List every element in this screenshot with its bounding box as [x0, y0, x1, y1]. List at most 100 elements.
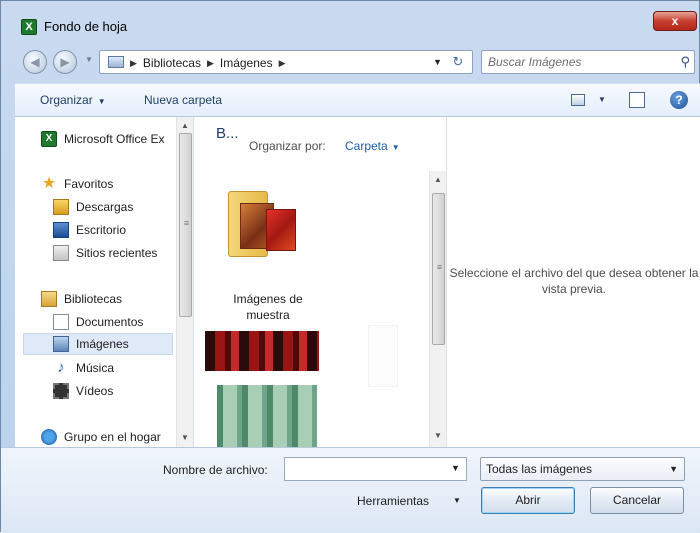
- file-list-scrollbar[interactable]: ▲ ≡ ▼: [429, 171, 446, 447]
- sidebar-item-descargas[interactable]: Descargas: [53, 199, 133, 215]
- sidebar-item-documentos[interactable]: Documentos: [53, 314, 143, 330]
- excel-icon: X: [41, 131, 57, 147]
- organize-label: Organizar: [40, 93, 93, 107]
- preview-pane: Seleccione el archivo del que desea obte…: [446, 117, 700, 447]
- sidebar-item-escritorio[interactable]: Escritorio: [53, 222, 126, 238]
- arrange-by-value: Carpeta: [345, 139, 388, 153]
- tools-menu-button[interactable]: Herramientas: [357, 494, 429, 508]
- new-folder-button[interactable]: Nueva carpeta: [144, 93, 222, 107]
- sample-pictures-folder-label[interactable]: Imágenes de muestra: [214, 291, 322, 323]
- filename-label: Nombre de archivo:: [163, 463, 268, 477]
- homegroup-icon: [41, 429, 57, 445]
- sidebar-item-sitios-recientes[interactable]: Sitios recientes: [53, 245, 157, 261]
- sidebar-item-videos[interactable]: Vídeos: [53, 383, 113, 399]
- library-title: B...: [216, 125, 239, 142]
- chevron-down-icon: ▼: [391, 143, 400, 152]
- scroll-up-arrow-icon[interactable]: ▲: [181, 121, 189, 130]
- scroll-up-arrow-icon[interactable]: ▲: [434, 175, 442, 184]
- address-bar[interactable]: ▶ Bibliotecas ▶ Imágenes ▶ ▼ ↻: [99, 50, 473, 74]
- sidebar-item-label: Escritorio: [76, 223, 127, 237]
- chevron-down-icon: ▼: [97, 97, 106, 106]
- sidebar-item-bibliotecas[interactable]: Bibliotecas: [41, 291, 122, 307]
- sidebar-item-label: Música: [76, 361, 115, 375]
- image-thumbnail[interactable]: [217, 385, 317, 447]
- organize-menu-button[interactable]: Organizar ▼: [40, 93, 106, 107]
- breadcrumb-imagenes[interactable]: Imágenes: [220, 56, 273, 70]
- navigation-pane-scrollbar[interactable]: ▲ ≡ ▼: [176, 117, 193, 447]
- file-type-select[interactable]: Todas las imágenes ▼: [480, 457, 685, 481]
- sidebar-item-label: Documentos: [76, 315, 144, 329]
- open-button[interactable]: Abrir: [481, 487, 575, 514]
- desktop-icon: [53, 222, 69, 238]
- navigation-pane: X Microsoft Office Ex ★ Favoritos Descar…: [15, 117, 194, 447]
- image-thumbnail[interactable]: [326, 327, 354, 373]
- refresh-icon[interactable]: ↻: [448, 54, 468, 70]
- preview-message: Seleccione el archivo del que desea obte…: [449, 266, 699, 296]
- close-button[interactable]: x: [653, 11, 697, 31]
- dialog-footer: Nombre de archivo: ▼ Todas las imágenes …: [1, 447, 700, 533]
- search-box[interactable]: ⚲: [481, 50, 695, 74]
- cancel-button[interactable]: Cancelar: [590, 487, 684, 514]
- window-title: Fondo de hoja: [44, 19, 128, 34]
- file-type-value: Todas las imágenes: [486, 462, 593, 476]
- sidebar-item-grupo-en-el-hogar[interactable]: Grupo en el hogar: [41, 429, 161, 445]
- scrollbar-thumb[interactable]: ≡: [179, 133, 192, 317]
- breadcrumb-separator-icon[interactable]: ▶: [207, 58, 214, 69]
- search-icon[interactable]: ⚲: [680, 54, 690, 70]
- sidebar-item-label: Favoritos: [64, 177, 114, 191]
- file-list-area: B... Organizar por: Carpeta ▼ Imágenes de…: [194, 117, 446, 447]
- chevron-down-icon: ▼: [669, 464, 678, 474]
- view-options-chevron-icon[interactable]: ▼: [598, 95, 606, 104]
- chevron-down-icon[interactable]: ▼: [453, 496, 461, 505]
- sidebar-item-label: Microsoft Office Ex: [64, 132, 165, 146]
- libraries-icon: [41, 291, 57, 307]
- preview-pane-icon[interactable]: [629, 92, 645, 108]
- breadcrumb-separator-icon[interactable]: ▶: [279, 58, 286, 69]
- sidebar-item-label: Descargas: [76, 200, 134, 214]
- sidebar-item-favoritos[interactable]: ★ Favoritos: [41, 176, 114, 192]
- sidebar-item-label: Vídeos: [76, 384, 114, 398]
- address-dropdown-icon[interactable]: ▼: [433, 57, 442, 67]
- pictures-location-icon: [108, 56, 124, 68]
- documents-icon: [53, 314, 69, 330]
- sidebar-item-label: Imágenes: [76, 337, 129, 351]
- sidebar-item-microsoft-office[interactable]: X Microsoft Office Ex: [41, 131, 164, 147]
- scrollbar-thumb[interactable]: ≡: [432, 193, 445, 345]
- breadcrumb-bibliotecas[interactable]: Bibliotecas: [143, 56, 201, 70]
- sidebar-item-imagenes[interactable]: Imágenes: [23, 333, 173, 355]
- downloads-icon: [53, 199, 69, 215]
- back-button[interactable]: ◀: [23, 50, 47, 74]
- help-icon[interactable]: ?: [670, 91, 688, 109]
- title-bar: X Fondo de hoja x: [1, 1, 700, 37]
- sidebar-item-label: Grupo en el hogar: [64, 430, 161, 444]
- recent-places-icon: [53, 245, 69, 261]
- sidebar-item-label: Bibliotecas: [64, 292, 123, 306]
- videos-icon: [53, 383, 69, 399]
- scroll-down-arrow-icon[interactable]: ▼: [181, 433, 189, 442]
- pictures-icon: [53, 336, 69, 352]
- sidebar-item-musica[interactable]: ♪ Música: [53, 360, 114, 376]
- change-view-icon[interactable]: [571, 94, 585, 106]
- arrange-by-dropdown[interactable]: Carpeta ▼: [345, 139, 400, 153]
- arrange-by-label: Organizar por:: [249, 139, 326, 153]
- search-input[interactable]: [488, 54, 668, 70]
- excel-icon: X: [21, 19, 37, 35]
- command-bar: Organizar ▼ Nueva carpeta ▼ ?: [15, 83, 700, 117]
- recent-locations-dropdown[interactable]: ▼: [85, 55, 93, 64]
- breadcrumb: ▶ Bibliotecas ▶ Imágenes ▶: [130, 56, 286, 70]
- forward-button[interactable]: ▶: [53, 50, 77, 74]
- grip-icon: ≡: [436, 262, 443, 272]
- file-dialog-window: X Fondo de hoja x ◀ ▶ ▼ ▶ Bibliotecas ▶ …: [0, 0, 700, 533]
- image-thumbnail[interactable]: [368, 325, 398, 387]
- filename-history-dropdown-icon[interactable]: ▼: [451, 463, 460, 473]
- image-thumbnail[interactable]: [205, 331, 319, 371]
- music-icon: ♪: [57, 359, 65, 376]
- scroll-down-arrow-icon[interactable]: ▼: [434, 431, 442, 440]
- sidebar-item-label: Sitios recientes: [76, 246, 158, 260]
- breadcrumb-separator-icon[interactable]: ▶: [130, 58, 137, 69]
- photo-thumbnail: [266, 209, 296, 251]
- filename-input[interactable]: [284, 457, 467, 481]
- sample-pictures-folder-icon[interactable]: [228, 185, 300, 257]
- navigation-bar: ◀ ▶ ▼ ▶ Bibliotecas ▶ Imágenes ▶ ▼ ↻ ⚲: [1, 47, 700, 77]
- grip-icon: ≡: [183, 218, 190, 228]
